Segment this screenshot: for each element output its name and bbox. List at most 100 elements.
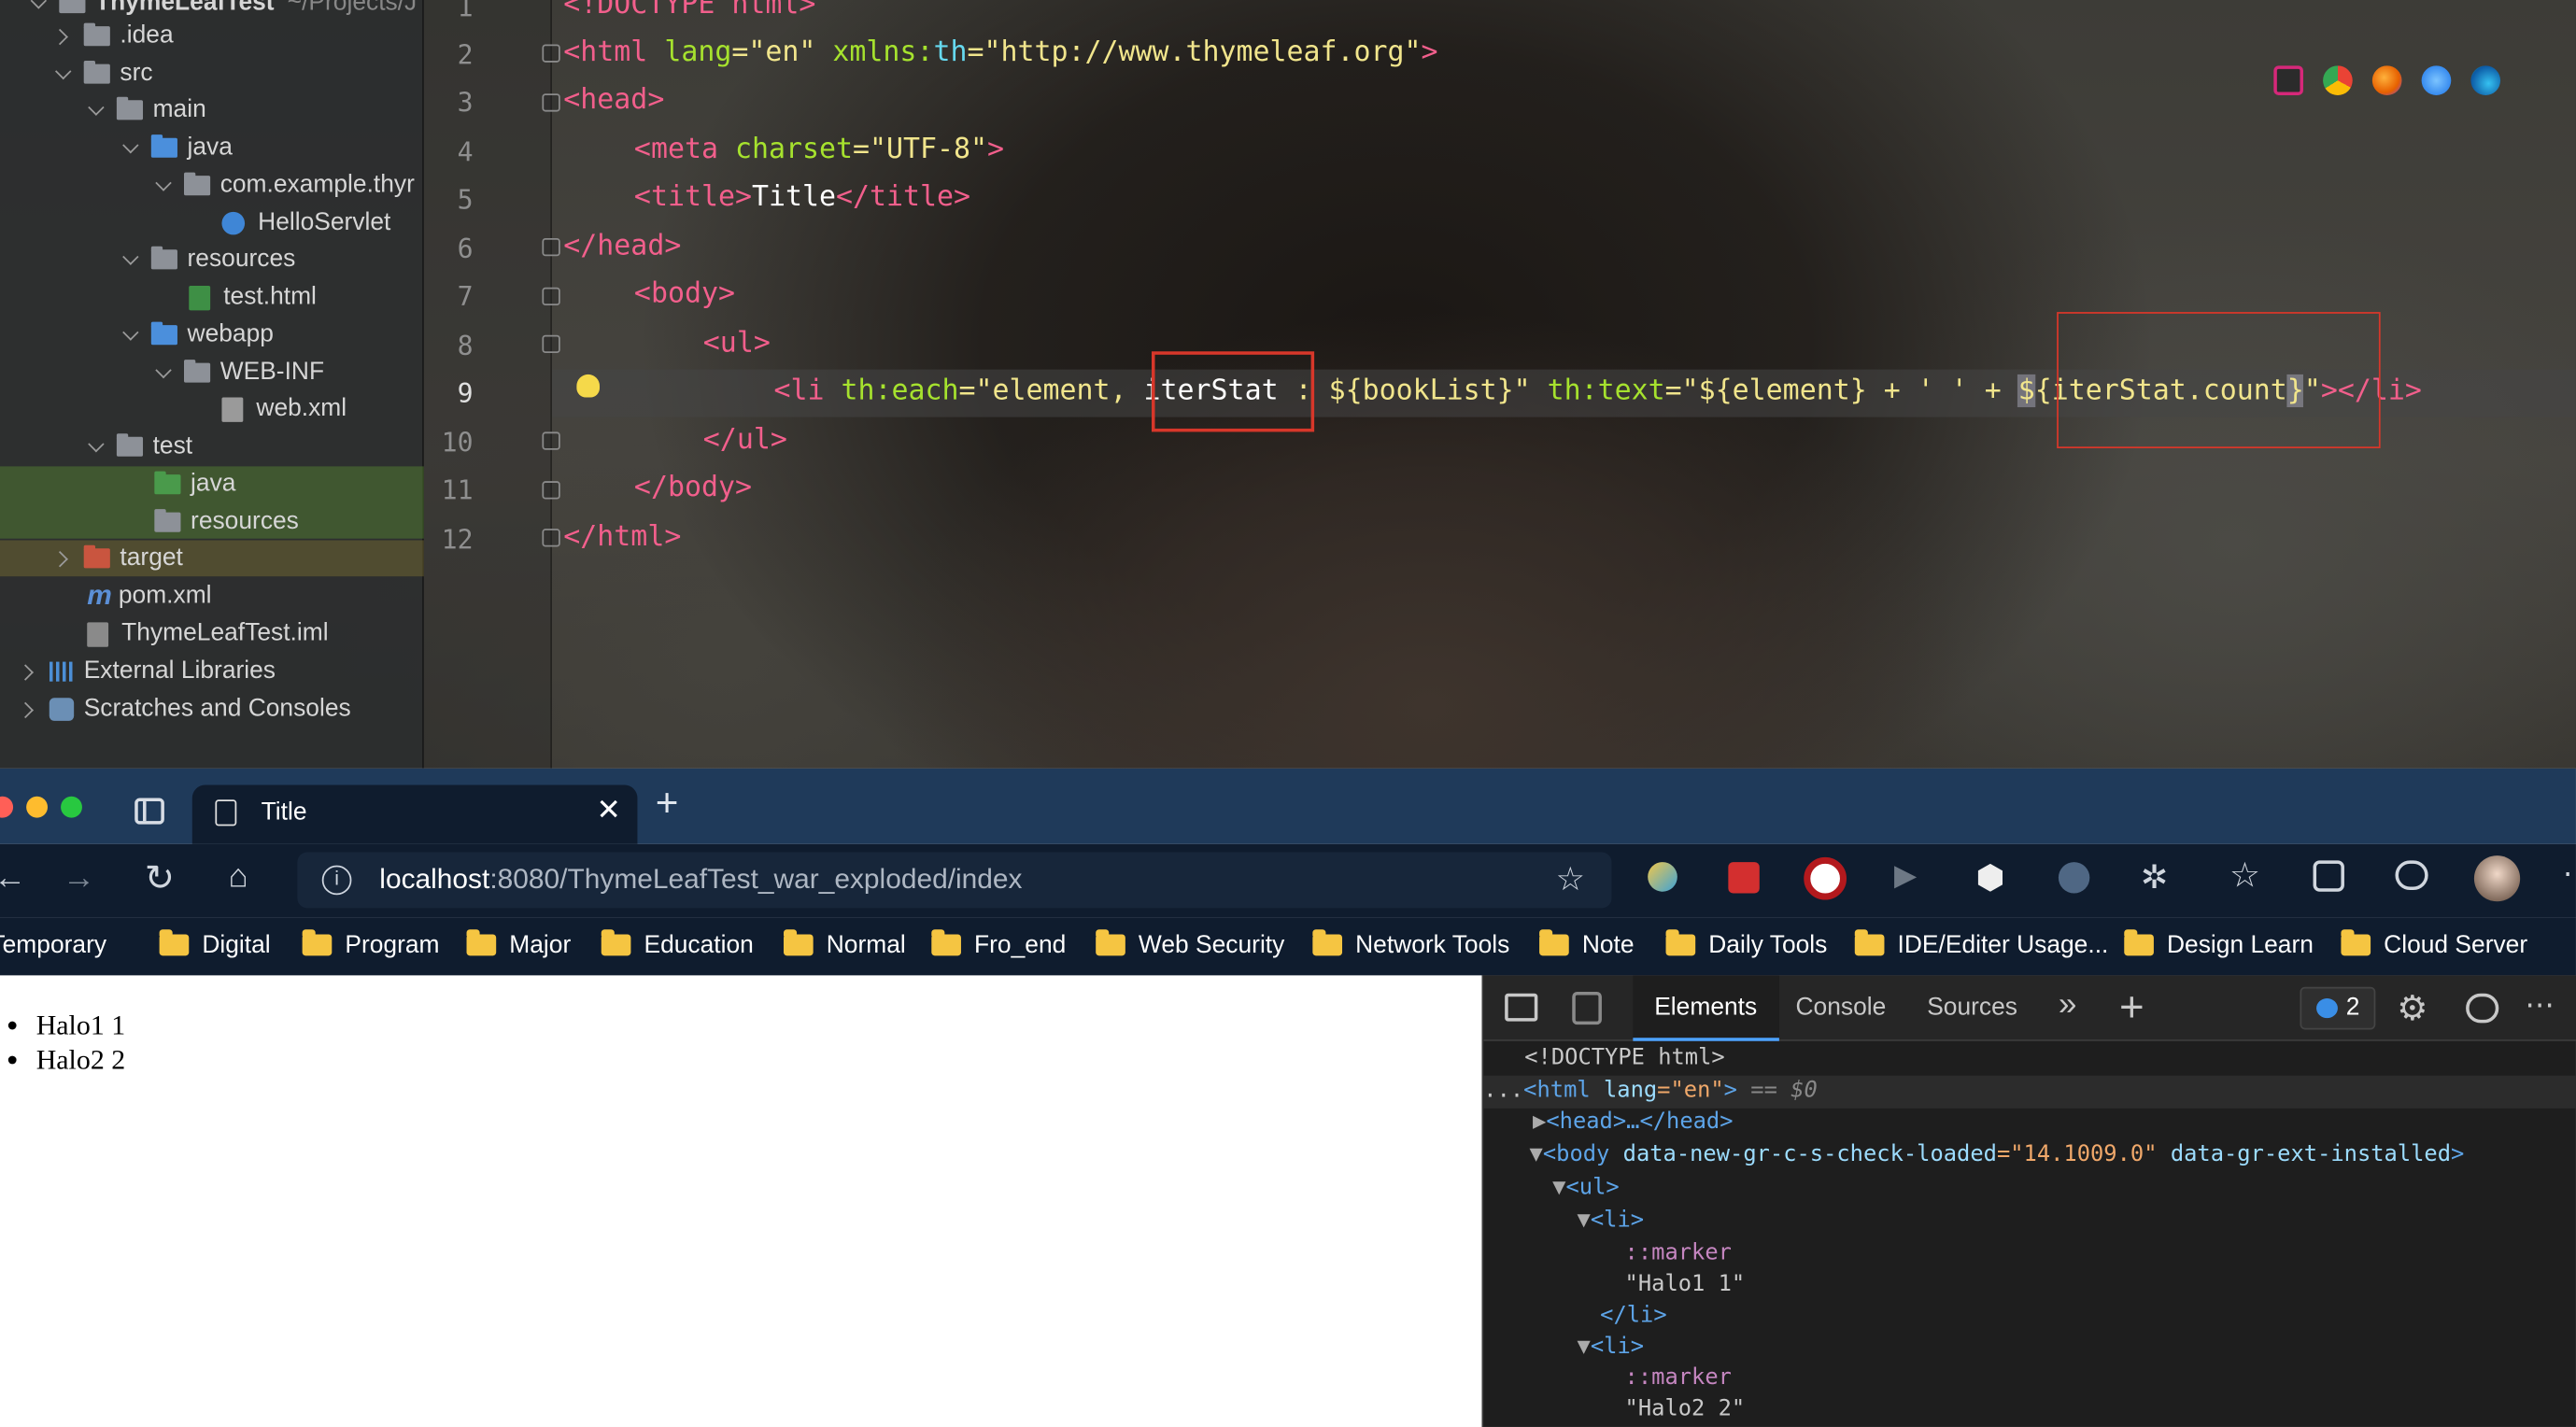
dom-marker[interactable]: ::marker — [1625, 1364, 1732, 1391]
bookmark-item[interactable]: Digital — [159, 929, 271, 959]
tree-item-iml[interactable]: ThymeLeafTest.iml — [87, 615, 329, 652]
edge-icon[interactable] — [2470, 65, 2501, 95]
fold-marker-icon[interactable] — [542, 481, 560, 500]
tree-item-main[interactable]: main — [87, 92, 206, 128]
tree-item-target[interactable]: target — [54, 540, 183, 576]
ublock-icon[interactable] — [1804, 856, 1847, 900]
tab-actions-icon[interactable] — [134, 798, 164, 825]
fold-marker-icon[interactable] — [542, 529, 560, 547]
browser-preview-icons — [2273, 65, 2501, 95]
bookmark-item[interactable]: Network Tools — [1312, 929, 1509, 959]
collections-icon[interactable] — [2313, 860, 2344, 892]
tab-title[interactable]: Title ✕ — [191, 784, 638, 844]
bookmark-item[interactable]: Fro_end — [931, 929, 1066, 959]
bookmark-item[interactable]: Daily Tools — [1665, 929, 1827, 959]
dom-ul[interactable]: ▼<ul> — [1552, 1174, 1620, 1200]
line-number: 10 — [441, 427, 474, 459]
tree-item-package[interactable]: com.example.thyr — [154, 167, 415, 204]
bookmark-item[interactable]: Temporary — [0, 931, 106, 959]
more-tabs-icon[interactable]: » — [2059, 987, 2077, 1024]
tree-item-scratches[interactable]: Scratches and Consoles — [20, 691, 351, 728]
tree-item-test-resources[interactable]: resources — [154, 504, 299, 541]
forward-icon[interactable]: → — [63, 860, 95, 897]
fold-marker-icon[interactable] — [542, 287, 560, 306]
tree-item-test-java[interactable]: java — [154, 466, 235, 502]
safari-icon[interactable] — [2421, 65, 2452, 95]
fold-marker-icon[interactable] — [542, 237, 560, 257]
dom-li[interactable]: ▼<li> — [1578, 1207, 1645, 1233]
bookmark-item[interactable]: Web Security — [1096, 929, 1284, 959]
bookmark-item[interactable]: Design Learn — [2124, 929, 2314, 959]
dom-text-node[interactable]: "Halo1 1" — [1625, 1271, 1746, 1297]
share-icon[interactable] — [2395, 860, 2428, 890]
profile-avatar[interactable] — [2473, 855, 2521, 902]
dom-head[interactable]: ▶<head>…</head> — [1533, 1109, 1733, 1135]
tree-item-java[interactable]: java — [121, 130, 233, 166]
more-menu-icon[interactable]: ⋯ — [2563, 857, 2576, 892]
chrome-icon[interactable] — [2323, 65, 2353, 95]
firefox-icon[interactable] — [2371, 65, 2402, 95]
tree-item-webapp[interactable]: webapp — [121, 317, 274, 353]
cursor-extension-icon[interactable] — [2058, 862, 2090, 894]
bookmark-item[interactable]: IDE/Editer Usage... — [1854, 929, 2108, 959]
play-extension-icon[interactable]: ▶ — [1894, 859, 1917, 894]
tree-item-resources[interactable]: resources — [121, 241, 295, 277]
code-line-6: </head> — [563, 230, 682, 263]
tree-item-web-inf[interactable]: WEB-INF — [154, 355, 324, 391]
tree-item-test-html[interactable]: test.html — [189, 279, 317, 316]
dom-body[interactable]: ▼<body data-new-gr-c-s-check-loaded="14.… — [1530, 1141, 2465, 1167]
dom-html[interactable]: ...<html lang="en"> == $0 — [1483, 1077, 1817, 1103]
home-icon[interactable]: ⌂ — [228, 859, 248, 897]
dom-li[interactable]: ▼<li> — [1578, 1334, 1645, 1360]
tab-console[interactable]: Console — [1795, 975, 1886, 1040]
favorites-icon[interactable]: ☆ — [2229, 855, 2260, 897]
line-number: 11 — [441, 474, 474, 506]
tab-elements[interactable]: Elements — [1633, 975, 1779, 1041]
address-bar[interactable]: i localhost:8080/ThymeLeafTest_war_explo… — [297, 852, 1612, 909]
cube-extension-icon[interactable] — [1977, 863, 2003, 892]
tree-item-pom[interactable]: m pom.xml — [87, 578, 211, 615]
tree-item-helloservlet[interactable]: HelloServlet — [221, 205, 390, 242]
fold-marker-icon[interactable] — [542, 93, 560, 112]
fold-marker-icon[interactable] — [542, 334, 560, 354]
bookmark-item[interactable]: Program — [302, 929, 440, 959]
tree-item-src[interactable]: src — [54, 56, 153, 92]
tree-item-idea[interactable]: .idea — [54, 18, 174, 54]
back-icon[interactable]: ← — [0, 860, 26, 897]
bookmark-item[interactable]: Note — [1539, 929, 1635, 959]
maximize-window-icon[interactable] — [61, 796, 82, 818]
dom-doctype[interactable]: <!DOCTYPE html> — [1524, 1044, 1724, 1070]
inspect-element-icon[interactable] — [1505, 993, 1538, 1022]
tree-item-external-libraries[interactable]: External Libraries — [20, 654, 276, 690]
tree-item-test[interactable]: test — [87, 429, 192, 465]
extension-icon[interactable] — [1728, 862, 1760, 894]
bookmark-item[interactable]: Cloud Server — [2341, 929, 2527, 959]
lightbulb-icon[interactable] — [576, 374, 600, 398]
close-tab-icon[interactable]: ✕ — [596, 793, 621, 827]
issues-badge[interactable]: 2 — [2300, 986, 2376, 1030]
bookmark-item[interactable]: Normal — [783, 929, 906, 959]
dom-li-close[interactable]: </li> — [1600, 1302, 1666, 1328]
refresh-icon[interactable]: ↻ — [145, 857, 175, 900]
dom-text-node[interactable]: "Halo2 2" — [1625, 1396, 1746, 1422]
dom-marker[interactable]: ::marker — [1625, 1240, 1732, 1266]
bookmark-item[interactable]: Major — [466, 929, 571, 959]
fold-marker-icon[interactable] — [542, 44, 560, 63]
extensions-puzzle-icon[interactable]: ✲ — [2141, 857, 2168, 898]
bookmark-item[interactable]: Education — [601, 929, 754, 959]
fold-marker-icon[interactable] — [542, 431, 560, 450]
more-options-icon[interactable]: ⋯ — [2525, 988, 2555, 1023]
extension-icon[interactable] — [1648, 862, 1677, 892]
intellij-icon[interactable] — [2273, 65, 2303, 95]
site-info-icon[interactable]: i — [321, 865, 352, 896]
add-panel-icon[interactable]: + — [2119, 982, 2144, 1033]
favorite-add-icon[interactable]: ☆ — [1556, 853, 1586, 909]
settings-gear-icon[interactable]: ⚙ — [2397, 988, 2427, 1029]
minimize-window-icon[interactable] — [26, 796, 49, 818]
feedback-icon[interactable] — [2466, 993, 2499, 1024]
close-window-icon[interactable] — [0, 796, 14, 818]
tab-sources[interactable]: Sources — [1927, 975, 2017, 1040]
tree-item-web-xml[interactable]: web.xml — [221, 390, 347, 427]
device-toolbar-icon[interactable] — [1572, 992, 1602, 1025]
new-tab-icon[interactable]: + — [656, 782, 679, 827]
